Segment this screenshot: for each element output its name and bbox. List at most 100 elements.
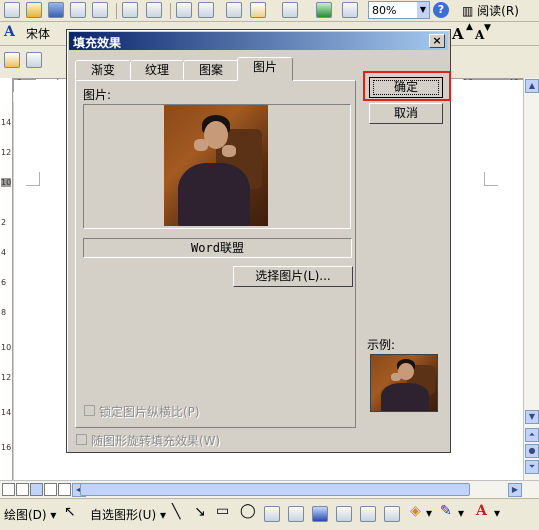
undo-icon[interactable] xyxy=(282,2,298,18)
scroll-right-icon[interactable]: ▶ xyxy=(508,483,522,497)
fill-color-icon[interactable]: ◈ xyxy=(410,503,421,519)
font-name-field[interactable]: 宋体 xyxy=(26,25,50,42)
rectangle-icon[interactable]: ▭ xyxy=(216,503,229,519)
zoom-value: 80% xyxy=(372,4,397,17)
web-layout-view-icon[interactable] xyxy=(16,483,29,496)
new-document-icon[interactable] xyxy=(4,2,20,18)
horizontal-scrollbar[interactable]: ◀ ▶ xyxy=(0,480,539,498)
tab-texture[interactable]: 纹理 xyxy=(130,60,184,80)
shrink-font-arrow-icon: ▼ xyxy=(484,23,491,33)
reading-view-icon[interactable] xyxy=(58,483,71,496)
lock-aspect-checkbox[interactable] xyxy=(84,405,95,416)
highlight-icon[interactable] xyxy=(4,52,20,68)
chevron-down-icon[interactable]: ▼ xyxy=(417,2,429,18)
picture-label: 图片: xyxy=(83,88,112,102)
open-folder-icon[interactable] xyxy=(26,2,42,18)
select-picture-button[interactable]: 选择图片(L)... xyxy=(233,266,353,287)
select-objects-icon[interactable]: ↖ xyxy=(64,504,76,520)
grow-font-arrow-icon: ▲ xyxy=(466,22,473,32)
browse-object-icon[interactable]: ● xyxy=(525,444,539,458)
styles-icon[interactable]: A xyxy=(4,24,15,40)
sample-label: 示例: xyxy=(367,338,396,352)
insert-picture-icon[interactable] xyxy=(384,506,400,522)
lock-aspect-label: 锁定图片纵横比(P) xyxy=(99,405,200,419)
hyperlink-icon[interactable] xyxy=(316,2,332,18)
separator xyxy=(116,3,117,19)
vertical-ruler[interactable]: 14 12 10 2 4 6 8 10 12 14 16 xyxy=(0,78,13,480)
book-icon: ▥ xyxy=(462,4,474,18)
picture-preview xyxy=(83,104,351,229)
cancel-button[interactable]: 取消 xyxy=(369,103,443,124)
ruler-label: 10 xyxy=(1,178,12,187)
autoshapes-label: 自选图形(U) xyxy=(90,508,157,522)
standard-toolbar: 80% ▼ ? ▥ 阅读(R) xyxy=(0,0,539,22)
spelling-icon[interactable] xyxy=(176,2,192,18)
print-preview-icon[interactable] xyxy=(146,2,162,18)
font-color-icon[interactable]: A xyxy=(476,503,487,519)
ruler-label: 14 xyxy=(1,408,12,417)
drawing-toolbar: 绘图(D) ▾ ↖ 自选图形(U) ▾ ╲ ↘ ▭ ◯ ◈ ▾ ✎ ▾ A ▾ xyxy=(0,498,539,530)
horizontal-scroll-thumb[interactable] xyxy=(80,483,470,496)
read-mode-label: 阅读(R) xyxy=(477,4,519,18)
autoshapes-menu-button[interactable]: 自选图形(U) ▾ xyxy=(90,506,166,523)
shrink-font-button[interactable]: A xyxy=(475,28,484,42)
sample-preview xyxy=(370,354,438,412)
close-icon[interactable]: × xyxy=(429,34,445,48)
outline-view-icon[interactable] xyxy=(44,483,57,496)
tab-gradient[interactable]: 渐变 xyxy=(75,60,131,80)
chevron-down-icon[interactable]: ▾ xyxy=(426,506,432,520)
print-icon[interactable] xyxy=(122,2,138,18)
grow-font-button[interactable]: A xyxy=(452,25,464,43)
ruler-label: 8 xyxy=(1,308,7,317)
dialog-titlebar[interactable]: 填充效果 × xyxy=(69,32,448,50)
diagram-icon[interactable] xyxy=(336,506,352,522)
chevron-down-icon[interactable]: ▾ xyxy=(494,506,500,520)
ruler-label: 2 xyxy=(1,218,7,227)
paste-icon[interactable] xyxy=(250,2,266,18)
textbox-icon[interactable] xyxy=(264,506,280,522)
format-painter-icon[interactable] xyxy=(26,52,42,68)
draw-menu-label: 绘图(D) xyxy=(4,508,47,522)
vertical-textbox-icon[interactable] xyxy=(288,506,304,522)
read-mode-button[interactable]: ▥ 阅读(R) xyxy=(462,2,519,19)
focus-ring xyxy=(373,80,439,95)
ruler-label: 14 xyxy=(1,118,12,127)
ruler-label: 12 xyxy=(1,148,12,157)
ruler-label: 10 xyxy=(1,343,12,352)
line-color-icon[interactable]: ✎ xyxy=(440,503,452,519)
ruler-label: 4 xyxy=(1,248,7,257)
clip-art-icon[interactable] xyxy=(360,506,376,522)
ruler-label: 6 xyxy=(1,278,7,287)
copy-icon[interactable] xyxy=(226,2,242,18)
scroll-up-icon[interactable]: ▲ xyxy=(525,79,539,93)
next-page-icon[interactable]: ⏷ xyxy=(525,460,539,474)
arrow-icon[interactable]: ↘ xyxy=(194,504,206,520)
save-icon[interactable] xyxy=(48,2,64,18)
previous-page-icon[interactable]: ⏶ xyxy=(525,428,539,442)
research-icon[interactable] xyxy=(198,2,214,18)
table-icon[interactable] xyxy=(342,2,358,18)
rotate-with-shape-checkbox[interactable] xyxy=(76,434,87,445)
chevron-down-icon[interactable]: ▾ xyxy=(458,506,464,520)
ruler-label: 16 xyxy=(1,443,12,452)
print-layout-view-icon[interactable] xyxy=(30,483,43,496)
line-icon[interactable]: ╲ xyxy=(172,504,180,520)
tab-pattern[interactable]: 图案 xyxy=(183,60,239,80)
zoom-select[interactable]: 80% ▼ xyxy=(368,1,430,19)
tab-picture[interactable]: 图片 xyxy=(237,57,293,81)
normal-view-icon[interactable] xyxy=(2,483,15,496)
margin-corner-mark xyxy=(484,172,498,186)
permission-icon[interactable] xyxy=(70,2,86,18)
oval-icon[interactable]: ◯ xyxy=(240,503,256,519)
help-icon[interactable]: ? xyxy=(433,2,449,18)
preview-photo xyxy=(164,105,268,226)
fill-effects-dialog: 填充效果 × 渐变 纹理 图案 图片 图片: Word联盟 选择图片(L)...… xyxy=(66,29,451,453)
ruler-label: 12 xyxy=(1,373,12,382)
ok-button[interactable]: 确定 xyxy=(369,77,443,98)
picture-name-field: Word联盟 xyxy=(83,238,352,258)
vertical-scrollbar[interactable]: ▲ ▼ ⏶ ● ⏷ xyxy=(523,78,539,480)
email-icon[interactable] xyxy=(92,2,108,18)
wordart-icon[interactable] xyxy=(312,506,328,522)
draw-menu-button[interactable]: 绘图(D) ▾ xyxy=(4,506,56,523)
scroll-down-icon[interactable]: ▼ xyxy=(525,410,539,424)
